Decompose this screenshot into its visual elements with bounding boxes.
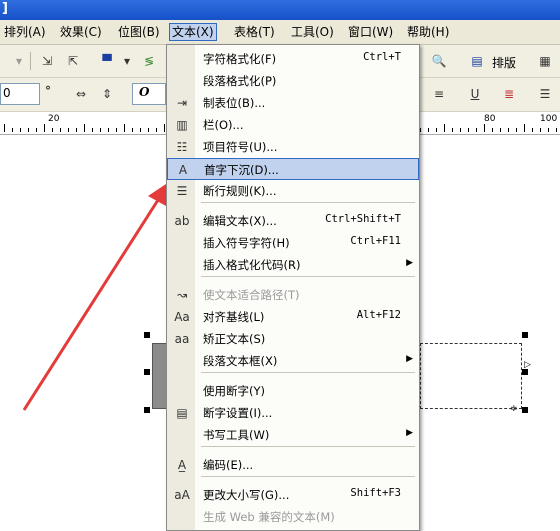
text-menu-item[interactable]: 插入符号字符(H) Ctrl+F11 [167,232,419,254]
text-menu-item[interactable]: A̲ 编码(E)... [167,454,419,476]
line-break-icon: ☰ [176,184,188,198]
menu-separator [201,202,415,203]
menu-item-shortcut: Alt+F12 [356,309,401,321]
text-menu-item[interactable]: ☰ 断行规则(K)... [167,180,419,202]
tab-stop-icon: ⇥ [176,96,188,110]
menu-item-shortcut: Shift+F3 [350,487,401,499]
menu-item-label: 更改大小写(G)... [203,488,290,502]
menu-item-label: 插入符号字符(H) [203,236,290,250]
text-menu-item[interactable]: 插入格式化代码(R) ▶ [167,254,419,276]
menu-item-shortcut: Ctrl+T [363,51,401,63]
text-menu-item[interactable]: ☷ 项目符号(U)... [167,136,419,158]
menu-item-label: 编码(E)... [203,458,254,472]
menu-item-label: 栏(O)... [203,118,244,132]
menu-item-label: 编辑文本(X)... [203,214,277,228]
text-menu-item[interactable]: ⇥ 制表位(B)... [167,92,419,114]
text-menu-item[interactable]: A 首字下沉(D)... [167,158,419,180]
text-menu-item: ↝ 使文本适合路径(T) [167,284,419,306]
menu-item-label: 对齐基线(L) [203,310,265,324]
text-menu-item[interactable]: 使用断字(Y) [167,380,419,402]
menu-item-label: 断行规则(K)... [203,184,277,198]
text-menu-item[interactable]: 段落格式化(P) [167,70,419,92]
menu-item-label: 使文本适合路径(T) [203,288,300,302]
menu-item-label: 断字设置(I)... [203,406,273,420]
menu-item-label: 制表位(B)... [203,96,266,110]
menu-item-label: 矫正文本(S) [203,332,266,346]
menu-item-label: 项目符号(U)... [203,140,278,154]
text-menu-item[interactable]: ▥ 栏(O)... [167,114,419,136]
drop-cap-icon: A [178,163,188,177]
menu-item-label: 段落格式化(P) [203,74,277,88]
arrow-shaft [22,199,160,411]
text-menu-item[interactable]: ▤ 断字设置(I)... [167,402,419,424]
align-baseline-icon: Aa [174,310,190,324]
text-menu-dropdown: 字符格式化(F) Ctrl+T 段落格式化(P) ⇥ 制表位(B)... ▥ 栏(O)...… [166,44,420,531]
menu-separator [201,446,415,447]
menu-item-shortcut: Ctrl+F11 [350,235,401,247]
text-menu-item: 生成 Web 兼容的文本(M) [167,506,419,528]
straighten-text-icon: aa [174,332,190,346]
submenu-arrow-icon: ▶ [406,428,413,438]
change-case-icon: aA [174,488,190,502]
menu-item-label: 首字下沉(D)... [204,163,279,177]
submenu-arrow-icon: ▶ [406,354,413,364]
text-menu-item[interactable]: 字符格式化(F) Ctrl+T [167,48,419,70]
encoding-icon: A̲ [177,458,187,472]
menu-item-label: 插入格式化代码(R) [203,258,301,272]
menu-item-label: 使用断字(Y) [203,384,265,398]
menu-separator [201,476,415,477]
text-menu-item[interactable]: aa 矫正文本(S) [167,328,419,350]
menu-item-label: 生成 Web 兼容的文本(M) [203,510,335,524]
text-menu-item[interactable]: ab 编辑文本(X)... Ctrl+Shift+T [167,210,419,232]
columns-icon: ▥ [176,118,188,132]
text-menu-item[interactable]: 段落文本框(X) ▶ [167,350,419,372]
text-menu-item[interactable]: 书写工具(W) ▶ [167,424,419,446]
menu-separator [201,372,415,373]
menu-item-label: 书写工具(W) [203,428,270,442]
fit-path-icon: ↝ [176,288,188,302]
menu-item-label: 字符格式化(F) [203,52,277,66]
text-menu-item[interactable]: Aa 对齐基线(L) Alt+F12 [167,306,419,328]
bullets-icon: ☷ [176,140,188,154]
menu-item-label: 段落文本框(X) [203,354,278,368]
submenu-arrow-icon: ▶ [406,258,413,268]
hyphenation-icon: ▤ [176,406,188,420]
text-menu-item[interactable]: aA 更改大小写(G)... Shift+F3 [167,484,419,506]
edit-text-icon: ab [174,214,190,228]
menu-separator [201,276,415,277]
menu-item-shortcut: Ctrl+Shift+T [325,213,401,225]
